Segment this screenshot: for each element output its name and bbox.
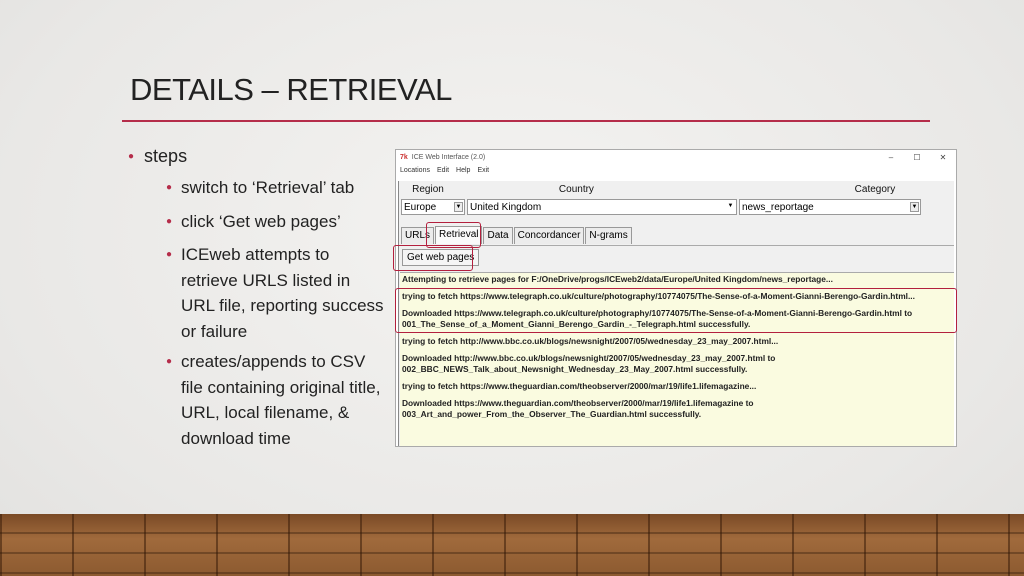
sub-bullet: ● click ‘Get web pages’: [166, 209, 388, 238]
retrieval-panel: Get web pages Attempting to retrieve pag…: [400, 245, 954, 446]
tab-concordancer[interactable]: Concordancer: [513, 227, 585, 244]
log-line: Downloaded https://www.theguardian.com/t…: [402, 398, 754, 419]
bullet-dot-icon: ●: [166, 215, 173, 227]
region-value: Europe: [404, 201, 437, 213]
minimize-icon[interactable]: –: [878, 153, 904, 162]
menu-bar: Locations Edit Help Exit: [396, 164, 956, 177]
window-title: ICE Web Interface (2.0): [411, 153, 486, 161]
sub-bullet: ● ICEweb attempts to retrieve URLS listed…: [166, 242, 388, 344]
selector-row: Europe ▼ United Kingdom ▼ news_reportage…: [399, 198, 954, 216]
region-header: Region: [412, 184, 444, 195]
dropdown-arrow-icon[interactable]: ▼: [726, 202, 735, 212]
country-select[interactable]: United Kingdom ▼: [467, 199, 737, 215]
log-line: trying to fetch https://www.theguardian.…: [402, 381, 757, 391]
region-select[interactable]: Europe ▼: [401, 199, 465, 215]
close-icon[interactable]: ✕: [930, 153, 956, 162]
bullet-dot-icon: ●: [166, 249, 173, 260]
log-line: Downloaded http://www.bbc.co.uk/blogs/ne…: [402, 353, 776, 374]
slide-title: DETAILS – RETRIEVAL: [130, 72, 452, 107]
log-line: Attempting to retrieve pages for F:/OneD…: [402, 274, 833, 284]
bullet-dot-icon: ●: [128, 151, 135, 162]
window-titlebar: 7k ICE Web Interface (2.0) – ☐ ✕: [396, 150, 956, 164]
tk-logo-icon: 7k: [400, 153, 408, 161]
selector-headers: Region Country Category: [399, 181, 954, 198]
category-select[interactable]: news_reportage ▼: [739, 199, 921, 215]
category-value: news_reportage: [742, 201, 814, 213]
menu-edit[interactable]: Edit: [437, 167, 449, 174]
bullet-dot-icon: ●: [166, 356, 173, 367]
maximize-icon[interactable]: ☐: [904, 153, 930, 162]
dropdown-arrow-icon[interactable]: ▼: [454, 202, 463, 212]
dropdown-arrow-icon[interactable]: ▼: [910, 202, 919, 212]
bullet-list: ● steps ● switch to ‘Retrieval’ tab ● clic…: [128, 146, 388, 456]
wood-floor-decoration: [0, 514, 1024, 576]
sub-bullet: ● creates/appends to CSV file containing …: [166, 349, 388, 451]
sub-bullet-text: creates/appends to CSV file containing o…: [181, 352, 381, 448]
bullet-steps: ● steps: [128, 146, 388, 167]
window-controls: – ☐ ✕: [878, 153, 956, 162]
sub-bullet-text: ICEweb attempts to retrieve URLS listed …: [181, 245, 384, 341]
log-line: trying to fetch http://www.bbc.co.uk/blo…: [402, 336, 779, 346]
sub-bullet-list: ● switch to ‘Retrieval’ tab ● click ‘Get w…: [166, 175, 388, 451]
country-header: Country: [558, 184, 594, 195]
highlight-get-button: [393, 245, 473, 271]
category-header: Category: [854, 184, 896, 195]
sub-bullet: ● switch to ‘Retrieval’ tab: [166, 175, 388, 204]
tab-ngrams[interactable]: N-grams: [585, 227, 632, 244]
bullet-text: steps: [144, 146, 188, 166]
tab-data[interactable]: Data: [483, 227, 513, 244]
sub-bullet-text: click ‘Get web pages’: [181, 211, 341, 231]
sub-bullet-text: switch to ‘Retrieval’ tab: [181, 178, 355, 197]
highlight-log-entry: [395, 288, 957, 333]
title-divider: [122, 120, 930, 122]
country-value: United Kingdom: [470, 201, 542, 213]
bullet-dot-icon: ●: [166, 182, 173, 193]
menu-exit[interactable]: Exit: [477, 167, 489, 174]
menu-help[interactable]: Help: [456, 167, 470, 174]
menu-locations[interactable]: Locations: [400, 167, 430, 174]
